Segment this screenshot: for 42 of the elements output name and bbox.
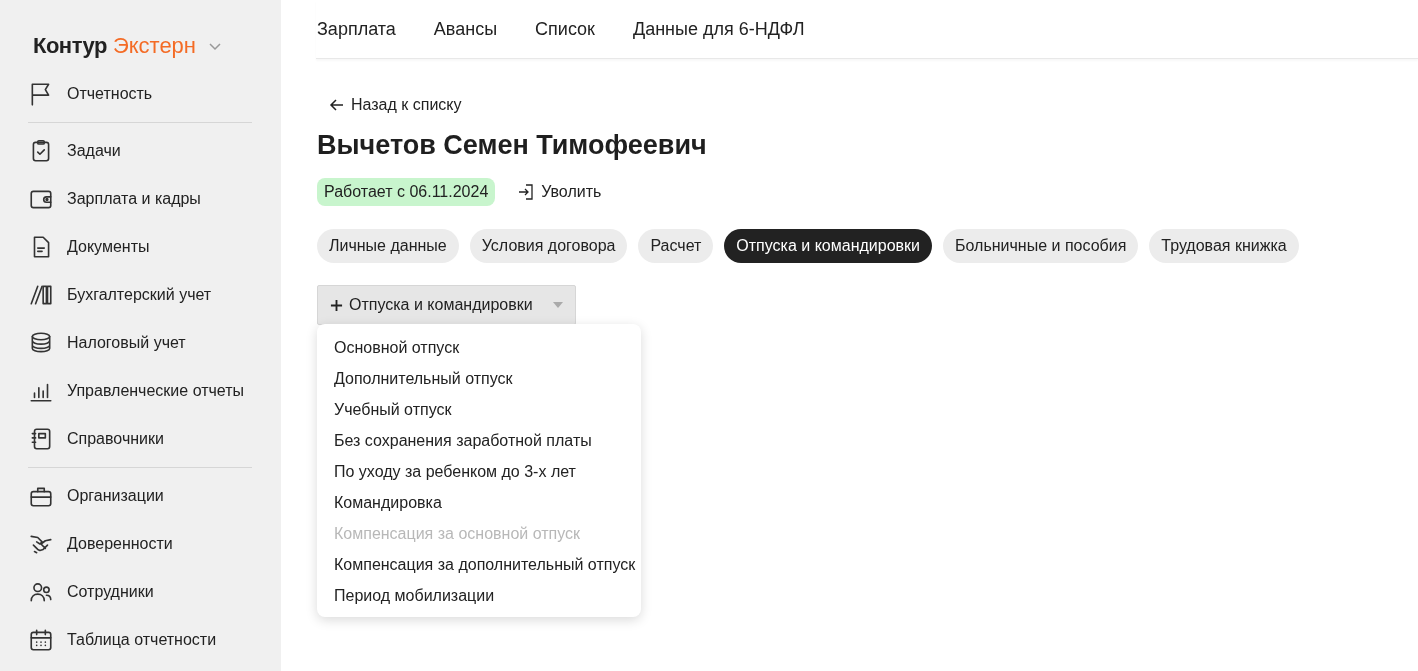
caret-down-icon bbox=[552, 302, 563, 308]
calendar-icon bbox=[28, 627, 54, 653]
sidebar-item[interactable]: Управленческие отчеты bbox=[28, 367, 252, 415]
section-tab[interactable]: Условия договора bbox=[469, 229, 628, 263]
menu-option[interactable]: Без сохранения заработной платы bbox=[334, 425, 636, 456]
section-tab[interactable]: Расчет bbox=[638, 229, 714, 263]
menu-option[interactable]: По уходу за ребенком до 3-х лет bbox=[334, 456, 636, 487]
section-tab[interactable]: Трудовая книжка bbox=[1149, 229, 1299, 263]
sidebar-item[interactable]: Доверенности bbox=[28, 520, 252, 568]
sidebar-item[interactable]: Зарплата и кадры bbox=[28, 175, 252, 223]
sidebar-item[interactable]: Организации bbox=[28, 472, 252, 520]
sidebar-item[interactable]: Сотрудники bbox=[28, 568, 252, 616]
arrow-left-icon bbox=[329, 97, 345, 113]
top-nav-link[interactable]: Данные для 6-НДФЛ bbox=[632, 18, 805, 40]
sidebar-item[interactable]: Документы bbox=[28, 223, 252, 271]
sidebar-item[interactable]: Налоговый учет bbox=[28, 319, 252, 367]
brand-logo-name: Контур bbox=[33, 33, 107, 59]
sidebar-item[interactable]: Таблица отчетности bbox=[28, 616, 252, 664]
exit-icon bbox=[517, 183, 536, 201]
sidebar-item[interactable]: Задачи bbox=[28, 127, 252, 175]
menu-option[interactable]: Компенсация за дополнительный отпуск bbox=[334, 549, 636, 580]
section-tab[interactable]: Больничные и пособия bbox=[943, 229, 1139, 263]
add-dropdown-button[interactable]: Отпуска и командировки bbox=[317, 285, 576, 325]
menu-option[interactable]: Дополнительный отпуск bbox=[334, 363, 636, 394]
top-nav-link[interactable]: Список bbox=[535, 18, 595, 40]
menu-option[interactable]: Период мобилизации bbox=[334, 580, 636, 611]
section-tab[interactable]: Личные данные bbox=[317, 229, 459, 263]
sidebar-item[interactable]: Бухгалтерский учет bbox=[28, 271, 252, 319]
sidebar-item[interactable]: Справочники bbox=[28, 415, 252, 463]
status-badge: Работает с 06.11.2024 bbox=[317, 178, 496, 206]
menu-option[interactable]: Командировка bbox=[334, 487, 636, 518]
sidebar-item[interactable]: Отчетность bbox=[28, 70, 252, 118]
brand-product-name: Экстерн bbox=[112, 33, 196, 59]
top-nav-link[interactable]: Авансы bbox=[433, 18, 498, 40]
dismiss-button[interactable]: Уволить bbox=[517, 183, 602, 201]
employee-name: Вычетов Семен Тимофеевич bbox=[317, 130, 707, 161]
top-nav-link[interactable]: Зарплата bbox=[317, 18, 396, 40]
section-tab[interactable]: Отпуска и командировки bbox=[724, 229, 932, 263]
back-link[interactable]: Назад к списку bbox=[329, 96, 462, 114]
menu-option[interactable]: Учебный отпуск bbox=[334, 394, 636, 425]
menu-option[interactable]: Основной отпуск bbox=[334, 332, 636, 363]
plus-icon bbox=[330, 298, 343, 312]
